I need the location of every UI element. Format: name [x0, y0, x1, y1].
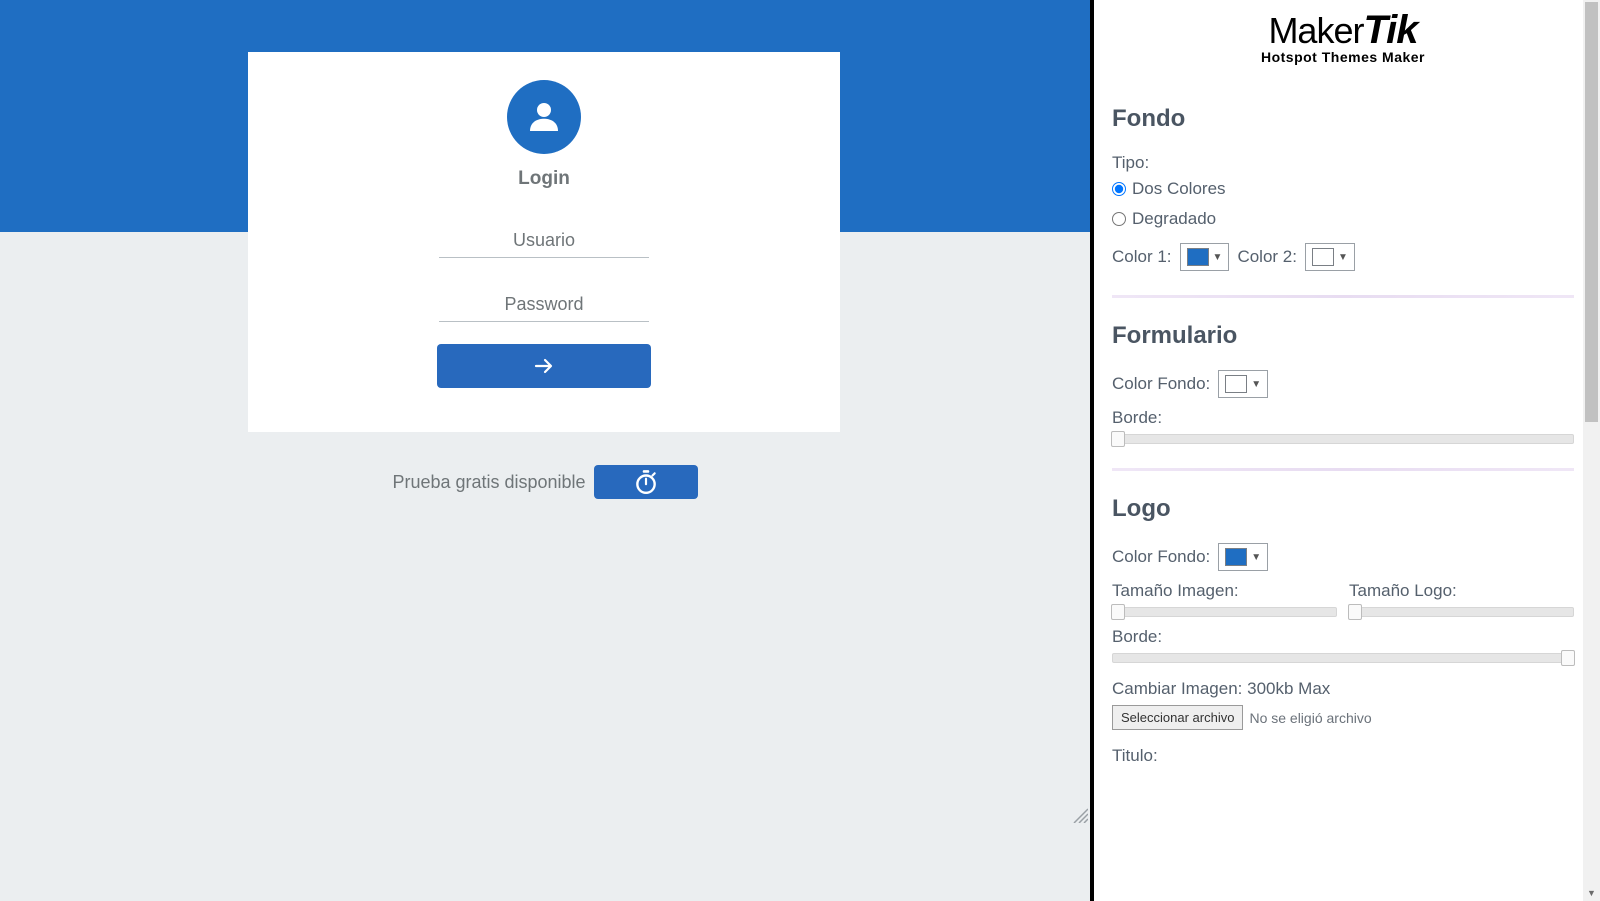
tipo-label: Tipo:: [1112, 153, 1574, 173]
section-title-formulario: Formulario: [1112, 322, 1574, 350]
arrow-right-icon: [530, 354, 558, 378]
slider-thumb[interactable]: [1348, 604, 1362, 620]
chevron-down-icon: ▼: [1251, 552, 1261, 563]
section-title-logo: Logo: [1112, 495, 1574, 523]
user-icon: [523, 96, 565, 138]
slider-thumb[interactable]: [1111, 431, 1125, 447]
form-border-label: Borde:: [1112, 408, 1574, 428]
brand-name-part1: Maker: [1268, 10, 1363, 51]
login-title: Login: [518, 168, 570, 190]
color1-swatch: [1187, 248, 1209, 266]
color2-picker[interactable]: ▼: [1305, 243, 1355, 271]
trial-button[interactable]: [594, 465, 698, 499]
stopwatch-icon: [633, 469, 659, 495]
radio-dos-colores-input[interactable]: [1112, 182, 1126, 196]
submit-button[interactable]: [437, 344, 651, 388]
logo-size-slider[interactable]: [1349, 607, 1574, 617]
logo-bg-picker[interactable]: ▼: [1218, 543, 1268, 571]
brand-tagline: Hotspot Themes Maker: [1112, 49, 1574, 65]
trial-text: Prueba gratis disponible: [392, 472, 585, 493]
radio-degradado-label: Degradado: [1132, 209, 1216, 229]
password-input[interactable]: [439, 288, 649, 322]
avatar-logo: [507, 80, 581, 154]
settings-sidebar: MakerTik Hotspot Themes Maker Fondo Tipo…: [1094, 0, 1600, 901]
radio-degradado[interactable]: Degradado: [1112, 209, 1574, 229]
change-img-label: Cambiar Imagen: 300kb Max: [1112, 679, 1574, 699]
img-size-label: Tamaño Imagen:: [1112, 581, 1337, 601]
chevron-down-icon: ▼: [1213, 252, 1223, 263]
radio-dos-colores[interactable]: Dos Colores: [1112, 179, 1574, 199]
chevron-down-icon: ▼: [1338, 252, 1348, 263]
form-bg-swatch: [1225, 375, 1247, 393]
scrollbar-arrow-down-icon[interactable]: ▼: [1583, 884, 1600, 901]
radio-dos-colores-label: Dos Colores: [1132, 179, 1226, 199]
color1-label: Color 1:: [1112, 247, 1172, 267]
color2-label: Color 2:: [1237, 247, 1297, 267]
color2-swatch: [1312, 248, 1334, 266]
section-divider: [1112, 295, 1574, 298]
username-input[interactable]: [439, 224, 649, 258]
form-bg-picker[interactable]: ▼: [1218, 370, 1268, 398]
brand-name-part2: Tik: [1363, 8, 1417, 52]
brand-name: MakerTik: [1112, 8, 1574, 53]
slider-thumb[interactable]: [1561, 650, 1575, 666]
chevron-down-icon: ▼: [1251, 379, 1261, 390]
img-size-slider[interactable]: [1112, 607, 1337, 617]
form-border-slider[interactable]: [1112, 434, 1574, 444]
logo-bg-swatch: [1225, 548, 1247, 566]
scrollbar-vertical[interactable]: ▼: [1583, 0, 1600, 901]
scrollbar-thumb[interactable]: [1585, 2, 1598, 422]
slider-thumb[interactable]: [1111, 604, 1125, 620]
color1-picker[interactable]: ▼: [1180, 243, 1230, 271]
sidebar-scroll[interactable]: MakerTik Hotspot Themes Maker Fondo Tipo…: [1094, 0, 1600, 901]
resize-handle-icon[interactable]: [1070, 805, 1088, 823]
logo-border-slider[interactable]: [1112, 653, 1574, 663]
brand-logo: MakerTik Hotspot Themes Maker: [1112, 8, 1574, 65]
section-title-fondo: Fondo: [1112, 105, 1574, 133]
section-divider: [1112, 468, 1574, 471]
logo-size-label: Tamaño Logo:: [1349, 581, 1574, 601]
form-bg-label: Color Fondo:: [1112, 374, 1210, 394]
logo-title-label: Titulo:: [1112, 746, 1574, 766]
login-card: Login: [248, 52, 840, 432]
preview-pane: Login Prueba gratis disponible: [0, 0, 1090, 901]
radio-degradado-input[interactable]: [1112, 212, 1126, 226]
logo-bg-label: Color Fondo:: [1112, 547, 1210, 567]
file-select-button[interactable]: Seleccionar archivo: [1112, 705, 1243, 730]
trial-row: Prueba gratis disponible: [0, 465, 1090, 499]
file-status: No se eligió archivo: [1249, 710, 1371, 726]
